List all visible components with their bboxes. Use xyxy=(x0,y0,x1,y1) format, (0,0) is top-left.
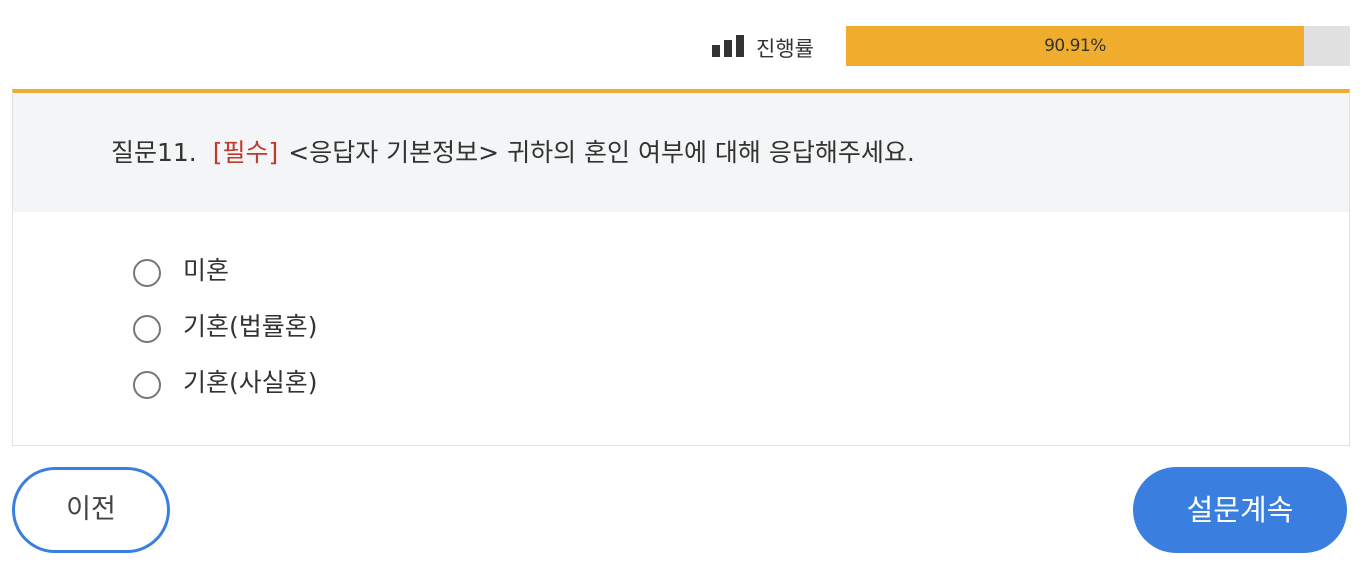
progress-text: 90.91% xyxy=(1044,36,1106,56)
bar-chart-icon xyxy=(712,35,748,57)
option-label[interactable]: 기혼(법률혼) xyxy=(183,309,318,345)
required-tag: [필수] xyxy=(212,138,279,167)
radio-button[interactable] xyxy=(133,371,161,399)
option-list: 미혼 기혼(법률혼) 기혼(사실혼) xyxy=(133,253,533,421)
option-label[interactable]: 기혼(사실혼) xyxy=(183,365,318,401)
progress-section: 진행률 90.91% xyxy=(0,26,1368,66)
radio-button[interactable] xyxy=(133,315,161,343)
question-title: 질문11. [필수] <응답자 기본정보> 귀하의 혼인 여부에 대해 응답해주세요… xyxy=(111,137,915,169)
question-number: 질문11. xyxy=(111,138,197,167)
progress-label: 진행률 xyxy=(756,37,814,61)
progress-bar: 90.91% xyxy=(846,26,1350,66)
option-label[interactable]: 미혼 xyxy=(183,253,229,289)
next-button[interactable]: 설문계속 xyxy=(1133,467,1347,553)
option-married-common-law[interactable]: 기혼(사실혼) xyxy=(133,365,533,421)
prev-button[interactable]: 이전 xyxy=(12,467,170,553)
question-header: 질문11. [필수] <응답자 기본정보> 귀하의 혼인 여부에 대해 응답해주세요… xyxy=(13,93,1349,212)
option-married-legal[interactable]: 기혼(법률혼) xyxy=(133,309,533,365)
question-card: 질문11. [필수] <응답자 기본정보> 귀하의 혼인 여부에 대해 응답해주세요… xyxy=(12,89,1350,446)
question-text: <응답자 기본정보> 귀하의 혼인 여부에 대해 응답해주세요. xyxy=(288,138,915,167)
radio-button[interactable] xyxy=(133,259,161,287)
option-single[interactable]: 미혼 xyxy=(133,253,533,309)
